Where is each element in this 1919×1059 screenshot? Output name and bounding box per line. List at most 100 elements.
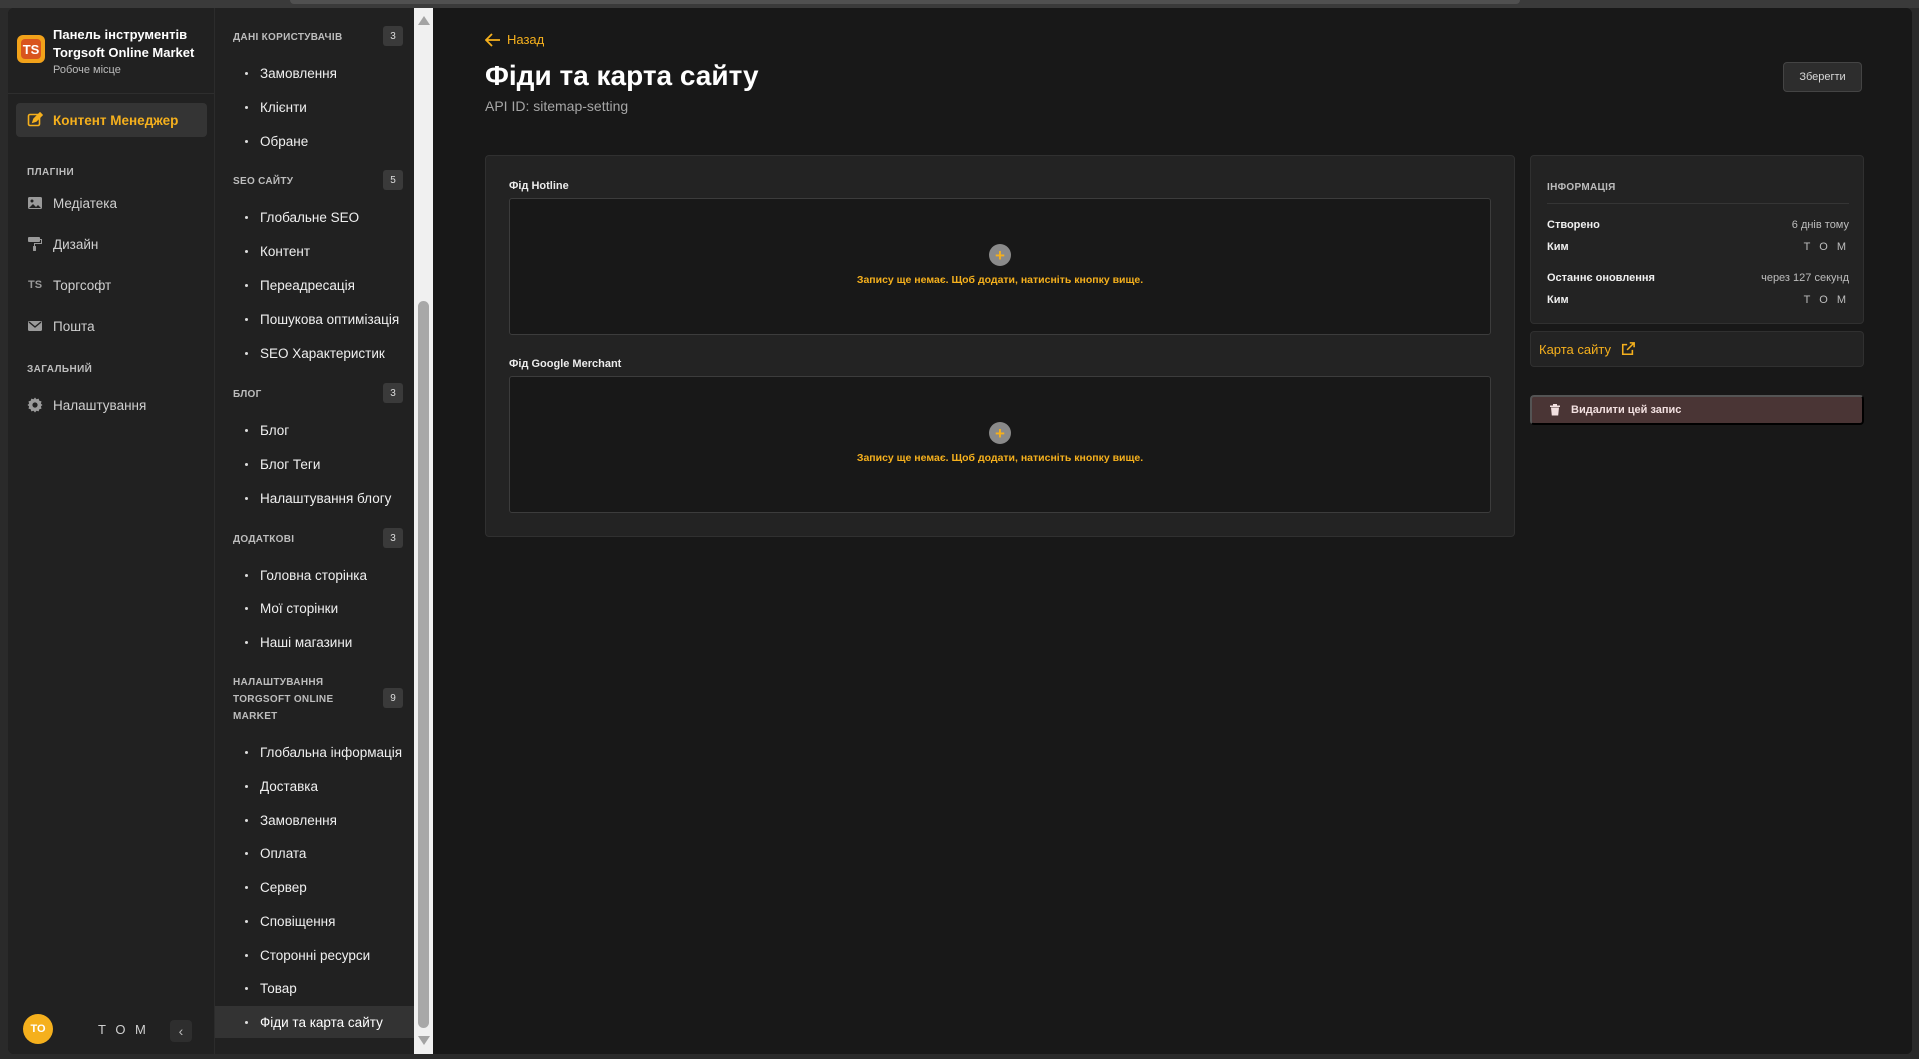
back-link[interactable]: Назад (485, 32, 544, 47)
subnav-item-label: SEO Характеристик (260, 345, 385, 361)
scroll-down-arrow-icon[interactable] (418, 1036, 430, 1045)
scroll-thumb[interactable] (418, 301, 429, 1028)
subnav-item-label: Мої сторінки (260, 600, 339, 616)
subnav-section-title[interactable]: ДОДАТКОВІ (233, 531, 393, 548)
top-scroll-indicator (290, 0, 1520, 4)
main-navigation: TS Панель інструментів Torgsoft Online M… (8, 8, 215, 1054)
nav-item-media-library[interactable]: Медіатека (27, 193, 117, 213)
user-name: T O M (98, 1021, 149, 1037)
empty-state-text: Запису ще немає. Щоб додати, натисніть к… (856, 452, 1144, 464)
brand-header: TS Панель інструментів Torgsoft Online M… (8, 8, 214, 94)
subnav-item[interactable]: Замовлення (245, 63, 337, 83)
subnav-item[interactable]: SEO Характеристик (245, 343, 385, 363)
collapse-sidebar-button[interactable]: ‹ (170, 1020, 192, 1042)
subnav-section-count: 3 (383, 528, 403, 548)
info-value: T O M (1803, 241, 1849, 253)
nav-item-label: Контент Менеджер (53, 112, 179, 128)
subnav-item[interactable]: Наші магазини (245, 632, 352, 652)
bullet-icon (245, 428, 248, 432)
subnav-item-label: Наші магазини (260, 634, 353, 650)
bullet-icon (245, 139, 248, 143)
subnav-item[interactable]: Переадресація (245, 275, 355, 295)
subnav-item[interactable]: Блог Теги (245, 454, 320, 474)
subnav-section-count: 3 (383, 383, 403, 403)
subnav-item[interactable]: Сторонні ресурси (245, 945, 370, 965)
nav-item-settings[interactable]: Налаштування (27, 395, 146, 415)
sitemap-link[interactable]: Карта сайту (1530, 331, 1864, 367)
subnav-section-title[interactable]: НАЛАШТУВАННЯ TORGSOFT ONLINE MARKET (233, 674, 363, 725)
nav-item-mail[interactable]: Пошта (27, 316, 95, 336)
subnav-section-count: 5 (383, 170, 403, 190)
subnav-item-label: Сторонні ресурси (260, 947, 371, 963)
subnav-item[interactable]: Глобальне SEO (245, 207, 359, 227)
field-hotline-dropzone: + Запису ще немає. Щоб додати, натисніть… (509, 198, 1491, 335)
nav-item-design[interactable]: Дизайн (27, 234, 98, 254)
subnav-item-label: Глобальне SEO (260, 209, 360, 225)
subnav-item-active[interactable]: Фіди та карта сайту (215, 1006, 421, 1038)
edit-icon (27, 112, 43, 127)
subnav-item[interactable]: Замовлення (245, 810, 337, 830)
mail-icon (28, 321, 42, 331)
info-key: Ким (1547, 294, 1569, 306)
bullet-icon (245, 640, 248, 644)
subnav-item[interactable]: Товар (245, 978, 297, 998)
avatar: TO (23, 1014, 53, 1044)
field-label-hotline: Фід Hotline (509, 180, 569, 192)
api-id: API ID: sitemap-setting (485, 98, 629, 114)
ts-icon: TS (27, 279, 43, 291)
subnav-item-label: Обране (260, 133, 309, 149)
scroll-up-arrow-icon[interactable] (418, 16, 430, 25)
save-button[interactable]: Зберегти (1783, 62, 1862, 92)
brand-logo: TS (17, 35, 45, 63)
subnav-section-title[interactable]: ДАНІ КОРИСТУВАЧІВ (233, 29, 393, 46)
subnav-item[interactable]: Контент (245, 241, 310, 261)
nav-item-label: Медіатека (53, 195, 117, 211)
subnav-item[interactable]: Пошукова оптимізація (245, 309, 399, 329)
info-key: Останнє оновлення (1547, 272, 1655, 284)
subnav-item[interactable]: Глобальна інформація (245, 742, 402, 762)
subnav-item[interactable]: Блог (245, 420, 289, 440)
fields-card: Фід Hotline + Запису ще немає. Щоб додат… (485, 155, 1515, 537)
nav-item-label: Налаштування (53, 397, 147, 413)
subnav-item-label: Переадресація (260, 277, 355, 293)
subnav-section-title[interactable]: SEO САЙТУ (233, 173, 393, 190)
subnav-item[interactable]: Сервер (245, 877, 307, 897)
subnav-item[interactable]: Налаштування блогу (245, 488, 391, 508)
bullet-icon (245, 919, 248, 923)
gear-icon (27, 397, 43, 413)
browser-top-strip (0, 0, 1919, 8)
bullet-icon (245, 283, 248, 287)
nav-item-torgsoft[interactable]: TS Торгсофт (27, 275, 111, 295)
subnav-item[interactable]: Оплата (245, 843, 306, 863)
subnav-item[interactable]: Головна сторінка (245, 565, 367, 585)
bullet-icon (245, 986, 248, 990)
info-row-created: Створено 6 днів тому (1547, 219, 1849, 231)
subnav-item-label: Контент (260, 243, 311, 259)
subnav-item-label: Сервер (260, 879, 307, 895)
subnav-scrollbar[interactable] (414, 8, 433, 1054)
subnav-item-label: Глобальна інформація (260, 744, 403, 760)
info-value: T O M (1803, 294, 1849, 306)
bullet-icon (245, 851, 248, 855)
nav-item-content-manager[interactable]: Контент Менеджер (16, 103, 207, 137)
add-entry-plus-icon[interactable]: + (989, 422, 1011, 444)
subnav-item-label: Фіди та карта сайту (260, 1014, 383, 1030)
subnav-item[interactable]: Мої сторінки (245, 598, 338, 618)
delete-entry-button[interactable]: Видалити цей запис (1530, 395, 1864, 425)
subnav-item-label: Блог (260, 422, 290, 438)
subnav-section-count: 3 (383, 26, 403, 46)
add-entry-plus-icon[interactable]: + (989, 244, 1011, 266)
info-row-updated-by: Ким T O M (1547, 294, 1849, 306)
subnav-item[interactable]: Клієнти (245, 97, 307, 117)
subnav-item-label: Пошукова оптимізація (260, 311, 400, 327)
subnav-item[interactable]: Доставка (245, 776, 318, 796)
nav-item-label: Дизайн (53, 236, 99, 252)
subnav-item[interactable]: Сповіщення (245, 911, 335, 931)
subnav-item-label: Замовлення (260, 65, 337, 81)
bullet-icon (245, 750, 248, 754)
info-card: ІНФОРМАЦІЯ Створено 6 днів тому Ким T O … (1530, 155, 1864, 324)
subnav-section-title[interactable]: БЛОГ (233, 386, 393, 403)
subnav-item-label: Налаштування блогу (260, 490, 392, 506)
subnav-item[interactable]: Обране (245, 131, 308, 151)
paint-roller-icon (28, 237, 42, 251)
